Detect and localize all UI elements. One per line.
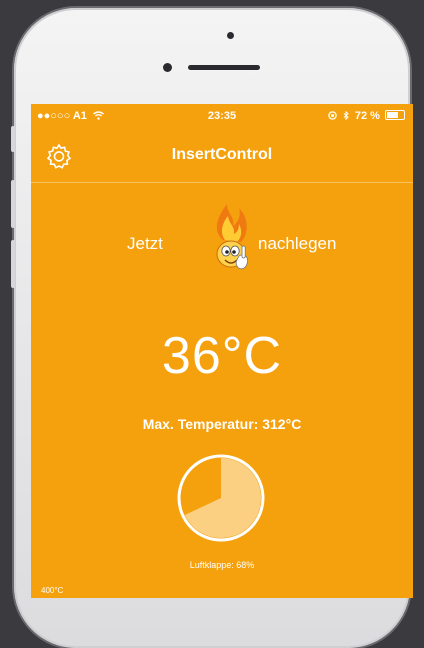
proximity-sensor — [163, 63, 172, 72]
max-temperature-label: Max. Temperatur: 312°C — [142, 416, 302, 432]
refuel-prefix: Jetzt — [127, 234, 163, 253]
temperature-scale-label: 400°C — [41, 586, 64, 595]
lock-rotation-icon — [327, 110, 340, 122]
flame-mascot-icon — [201, 200, 257, 280]
bluetooth-icon — [343, 110, 352, 122]
volume-down-button — [11, 240, 15, 288]
front-camera — [227, 32, 234, 39]
current-temperature: 36°C — [161, 327, 283, 385]
damper-gauge-fill — [184, 458, 262, 538]
status-bar: ●●○○○ A1 23:35 72 % — [31, 104, 413, 128]
damper-gauge — [175, 452, 267, 544]
app-screen: ●●○○○ A1 23:35 72 % InsertControl Jetzt … — [31, 104, 413, 598]
mute-switch — [11, 126, 15, 152]
refuel-notice: Jetzt nachlegen — [31, 200, 413, 280]
earpiece-speaker — [188, 65, 260, 70]
refuel-suffix: nachlegen — [258, 234, 337, 253]
app-title: InsertControl — [171, 146, 273, 163]
damper-label: Luftklappe: 68% — [189, 560, 255, 570]
battery-icon — [385, 110, 405, 120]
volume-up-button — [11, 180, 15, 228]
navigation-bar: InsertControl — [31, 130, 413, 183]
status-right: 72 % — [327, 110, 405, 122]
battery-percent: 72 % — [354, 110, 380, 122]
